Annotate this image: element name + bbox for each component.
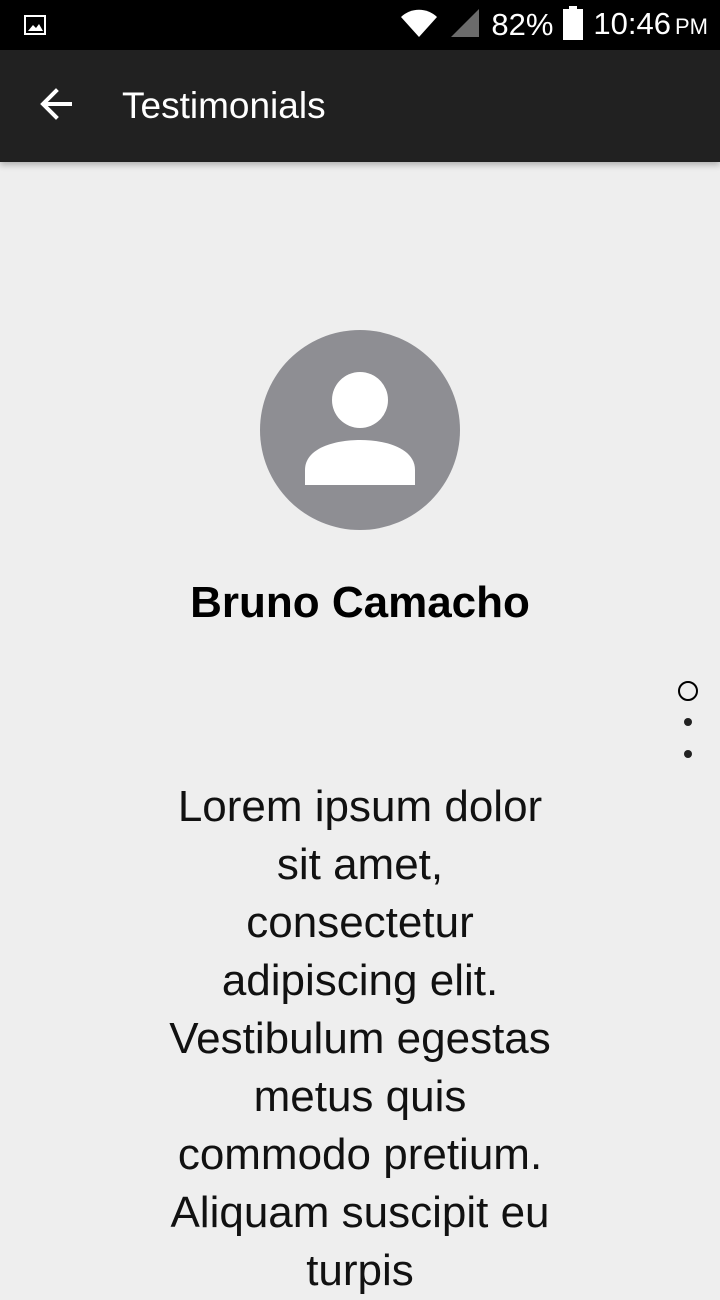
- signal-icon: [449, 7, 481, 44]
- arrow-left-icon: [38, 86, 74, 127]
- status-right-group: 82% 10:46 PM: [399, 0, 708, 50]
- page-indicator: [676, 678, 700, 768]
- wifi-icon: [399, 7, 439, 44]
- clock-ampm: PM: [675, 13, 708, 39]
- battery-icon: [563, 5, 584, 45]
- battery-percent: 82%: [491, 7, 554, 42]
- app-bar: Testimonials: [0, 50, 720, 162]
- page-indicator-dot[interactable]: [684, 718, 692, 726]
- status-bar: 82% 10:46 PM: [0, 0, 720, 50]
- page-indicator-dot-active[interactable]: [678, 681, 698, 701]
- page-indicator-dot[interactable]: [684, 750, 692, 758]
- person-icon: [260, 372, 460, 530]
- avatar: [260, 330, 460, 530]
- testimonial-author-name: Bruno Camacho: [190, 578, 530, 627]
- back-button[interactable]: [24, 74, 88, 138]
- gallery-notification-icon: [24, 14, 46, 36]
- clock: 10:46 PM: [593, 0, 708, 52]
- testimonial-text: Lorem ipsum dolor sit amet, consectetur …: [169, 782, 551, 1295]
- clock-time: 10:46: [593, 5, 671, 41]
- page-title: Testimonials: [122, 85, 326, 126]
